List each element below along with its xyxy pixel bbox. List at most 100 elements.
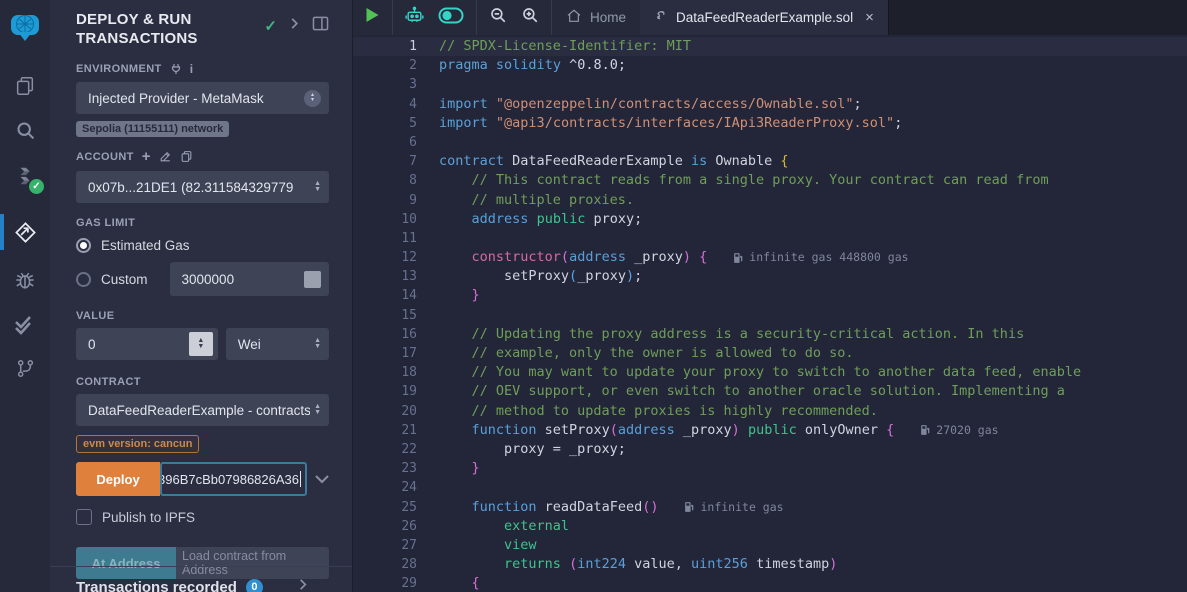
code-line[interactable]: 21 function setProxy(address _proxy) pub… [353, 421, 1187, 440]
line-number: 16 [353, 325, 417, 344]
compile-success-badge: ✓ [29, 179, 44, 194]
contract-label: CONTRACT [76, 376, 329, 388]
code-line[interactable]: 24 [353, 478, 1187, 497]
code-line[interactable]: 20 // method to update proxies is highly… [353, 402, 1187, 421]
deploy-arg-input[interactable]: 0947396B7cBb07986826A36 [160, 462, 307, 496]
zoom-in-icon[interactable] [521, 6, 539, 29]
code-line[interactable]: 2pragma solidity ^0.8.0; [353, 56, 1187, 75]
value-input[interactable]: 0 ▲▼ [76, 328, 218, 360]
code-line[interactable]: 13 setProxy(_proxy); [353, 267, 1187, 286]
code-line[interactable]: 22 proxy = _proxy; [353, 440, 1187, 459]
tab-datafeedreaderexample[interactable]: DataFeedReaderExample.sol × [640, 0, 889, 35]
compile-check-icon: ✓ [264, 17, 277, 35]
code-line[interactable]: 5import "@api3/contracts/interfaces/IApi… [353, 114, 1187, 133]
plug-icon[interactable] [170, 63, 182, 75]
gas-estimate-annotation: infinite gas [684, 498, 783, 517]
code-line[interactable]: 15 [353, 306, 1187, 325]
line-number: 14 [353, 286, 417, 305]
code-line-text: external [417, 517, 569, 536]
code-line[interactable]: 12 constructor(address _proxy) {infinite… [353, 248, 1187, 267]
code-line-text: } [417, 286, 480, 305]
contract-value: DataFeedReaderExample - contracts [88, 403, 310, 418]
tab-close-icon[interactable]: × [865, 9, 874, 26]
tabs-strip: DataFeedReaderExample.sol × [640, 0, 1187, 35]
line-number: 15 [353, 306, 417, 325]
remix-logo[interactable] [0, 4, 50, 52]
search-icon[interactable] [0, 110, 50, 150]
tab-home[interactable]: Home [552, 0, 640, 35]
custom-gas-input[interactable]: 3000000 [170, 262, 329, 296]
line-number: 4 [353, 95, 417, 114]
code-line-text [417, 133, 439, 152]
deploy-run-panel: DEPLOY & RUN TRANSACTIONS ✓ ENVIRONMENT … [50, 0, 353, 592]
code-line[interactable]: 26 external [353, 517, 1187, 536]
estimated-gas-label: Estimated Gas [101, 238, 190, 253]
deploy-expand-chevron-icon[interactable] [315, 472, 329, 487]
transactions-expand-icon[interactable] [298, 578, 308, 592]
panel-expand-icon[interactable] [289, 17, 300, 35]
panel-pin-icon[interactable] [312, 16, 329, 36]
code-lines: 1// SPDX-License-Identifier: MIT2pragma … [353, 37, 1187, 592]
code-line[interactable]: 8 // This contract reads from a single p… [353, 171, 1187, 190]
debugger-icon[interactable] [0, 260, 50, 300]
code-line[interactable]: 29 { [353, 574, 1187, 592]
value-unit-select[interactable]: Wei ▲▼ [226, 328, 329, 360]
code-line[interactable]: 11 [353, 229, 1187, 248]
code-line-text: // You may want to update your proxy to … [417, 363, 1081, 382]
code-line[interactable]: 18 // You may want to update your proxy … [353, 363, 1187, 382]
code-line[interactable]: 23 } [353, 459, 1187, 478]
line-number: 5 [353, 114, 417, 133]
line-number: 27 [353, 536, 417, 555]
publish-ipfs-checkbox[interactable] [76, 509, 92, 525]
zoom-out-icon[interactable] [489, 6, 507, 29]
code-line-text [417, 306, 439, 325]
panel-title: DEPLOY & RUN TRANSACTIONS [76, 10, 226, 48]
copilot-toggle-icon[interactable] [438, 7, 464, 29]
edit-account-icon[interactable] [159, 150, 172, 163]
code-line[interactable]: 27 view [353, 536, 1187, 555]
code-line[interactable]: 4import "@openzeppelin/contracts/access/… [353, 95, 1187, 114]
code-editor[interactable]: 1// SPDX-License-Identifier: MIT2pragma … [353, 35, 1187, 592]
environment-select-icon: ▴▾ [304, 90, 321, 107]
code-line[interactable]: 28 returns (int224 value, uint256 timest… [353, 555, 1187, 574]
gas-edit-icon[interactable] [304, 271, 321, 288]
line-number: 1 [353, 37, 417, 56]
copy-account-icon[interactable] [180, 150, 193, 163]
deploy-and-run-icon[interactable] [0, 212, 50, 252]
ai-assistant-robot-icon[interactable] [405, 6, 424, 30]
environment-value: Injected Provider - MetaMask [88, 91, 264, 106]
value-spinner[interactable]: ▲▼ [189, 332, 213, 356]
add-account-icon[interactable]: + [142, 148, 151, 165]
code-line-text: // OEV support, or even switch to anothe… [417, 382, 1065, 401]
account-select[interactable]: 0x07b...21DE1 (82.311584329779 ▲▼ [76, 171, 329, 203]
code-line[interactable]: 10 address public proxy; [353, 210, 1187, 229]
solidity-compiler-icon[interactable]: ✓ [0, 156, 50, 196]
code-line-text: // This contract reads from a single pro… [417, 171, 1049, 190]
code-line[interactable]: 19 // OEV support, or even switch to ano… [353, 382, 1187, 401]
run-script-icon[interactable] [365, 7, 380, 28]
editor-area: Home DataFeedReaderExample.sol × 1// SPD… [353, 0, 1187, 592]
environment-select[interactable]: Injected Provider - MetaMask ▴▾ [76, 82, 329, 114]
info-icon[interactable]: i [190, 62, 194, 76]
deploy-button[interactable]: Deploy [76, 462, 160, 496]
code-line[interactable]: 9 // multiple proxies. [353, 191, 1187, 210]
account-select-carets: ▲▼ [314, 181, 321, 193]
code-line[interactable]: 7contract DataFeedReaderExample is Ownab… [353, 152, 1187, 171]
line-number: 21 [353, 421, 417, 440]
code-line[interactable]: 3 [353, 75, 1187, 94]
code-line[interactable]: 17 // example, only the owner is allowed… [353, 344, 1187, 363]
unit-testing-icon[interactable] [0, 304, 50, 344]
git-icon[interactable] [0, 348, 50, 388]
value-label: VALUE [76, 310, 329, 322]
code-line[interactable]: 25 function readDataFeed()infinite gas [353, 498, 1187, 517]
custom-gas-radio[interactable] [76, 272, 91, 287]
code-line-text: // Updating the proxy address is a secur… [417, 325, 1024, 344]
code-line-text [417, 229, 439, 248]
code-line[interactable]: 14 } [353, 286, 1187, 305]
estimated-gas-radio[interactable] [76, 238, 91, 253]
code-line[interactable]: 16 // Updating the proxy address is a se… [353, 325, 1187, 344]
code-line[interactable]: 1// SPDX-License-Identifier: MIT [353, 37, 1187, 56]
contract-select[interactable]: DataFeedReaderExample - contracts ▲▼ [76, 394, 329, 426]
code-line[interactable]: 6 [353, 133, 1187, 152]
file-explorer-icon[interactable] [0, 66, 50, 106]
